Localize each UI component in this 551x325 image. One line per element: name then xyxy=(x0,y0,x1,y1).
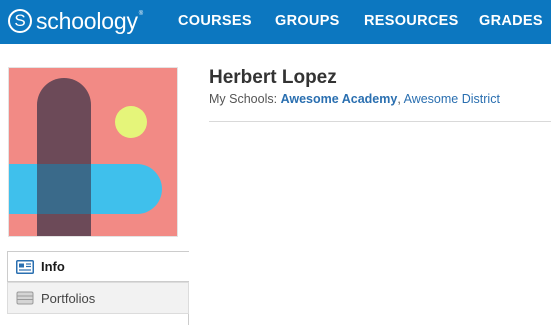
sidenav-item-info[interactable]: Info xyxy=(7,251,189,282)
avatar-artwork xyxy=(9,68,177,236)
nav-grades[interactable]: GRADES xyxy=(479,13,543,31)
school-link-district[interactable]: Awesome District xyxy=(404,92,500,106)
sidenav-item-label: Info xyxy=(41,259,65,274)
sidenav-item-portfolios[interactable]: Portfolios xyxy=(7,282,189,314)
schools-label: My Schools: xyxy=(209,92,278,106)
schools-line: My Schools: Awesome Academy, Awesome Dis… xyxy=(209,92,500,106)
profile-side-nav: Info Portfolios xyxy=(7,251,189,314)
profile-name: Herbert Lopez xyxy=(209,67,337,88)
nav-resources[interactable]: RESOURCES xyxy=(364,13,459,31)
header-divider xyxy=(209,121,551,122)
sidenav-item-label: Portfolios xyxy=(41,290,96,306)
top-navigation-bar: S schoology ® COURSES GROUPS RESOURCES G… xyxy=(0,0,551,44)
info-card-icon xyxy=(16,259,34,274)
logo-wordmark: schoology xyxy=(36,7,138,34)
school-link-primary[interactable]: Awesome Academy xyxy=(281,92,398,106)
nav-courses[interactable]: COURSES xyxy=(178,13,252,31)
nav-groups[interactable]: GROUPS xyxy=(275,13,340,31)
schoology-logo[interactable]: S schoology ® xyxy=(8,8,143,34)
schools-separator: , xyxy=(397,92,401,106)
schoology-s-icon: S xyxy=(8,9,32,33)
logo-trademark: ® xyxy=(138,11,144,17)
logo-mark-letter: S xyxy=(14,11,26,30)
portfolio-icon xyxy=(16,291,34,305)
profile-avatar[interactable] xyxy=(8,67,178,237)
